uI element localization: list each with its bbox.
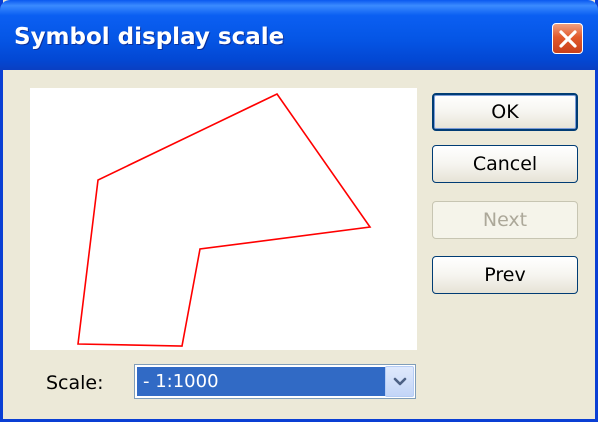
window-title: Symbol display scale bbox=[14, 24, 285, 50]
close-icon bbox=[559, 30, 577, 48]
scale-label: Scale: bbox=[46, 372, 104, 394]
next-button: Next bbox=[432, 201, 578, 239]
scale-dropdown[interactable]: - 1:1000 bbox=[134, 364, 416, 399]
symbol-preview-canvas bbox=[30, 88, 417, 350]
chevron-down-icon bbox=[393, 377, 407, 386]
ok-button[interactable]: OK bbox=[432, 93, 578, 131]
prev-button[interactable]: Prev bbox=[432, 256, 578, 294]
close-button[interactable] bbox=[552, 23, 583, 54]
cancel-button[interactable]: Cancel bbox=[432, 145, 578, 183]
symbol-shape bbox=[77, 92, 372, 347]
scale-selected-value[interactable]: - 1:1000 bbox=[137, 367, 386, 396]
symbol-preview-drawing bbox=[77, 92, 372, 347]
dropdown-button[interactable] bbox=[385, 366, 414, 397]
title-bar[interactable]: Symbol display scale bbox=[0, 0, 598, 70]
